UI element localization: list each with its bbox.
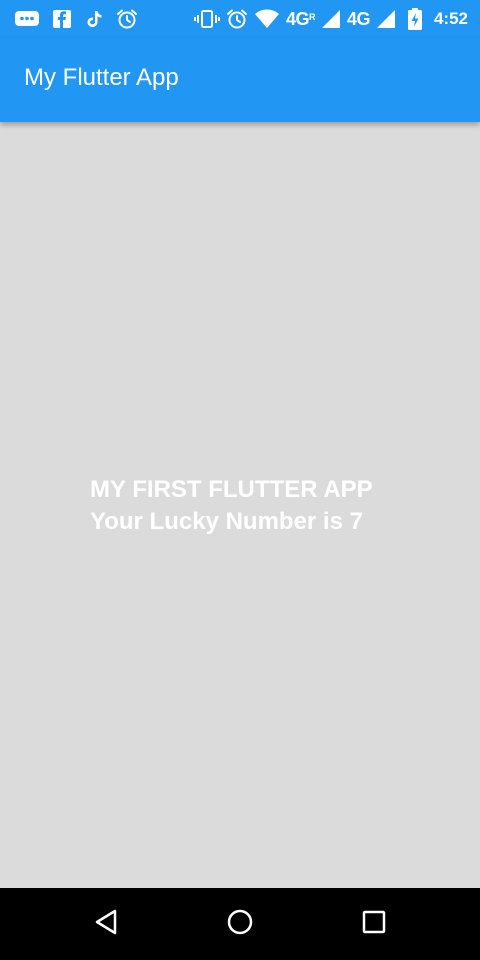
signal-icon	[321, 9, 341, 29]
home-icon	[226, 908, 254, 941]
system-navigation-bar	[0, 888, 480, 960]
vibrate-icon	[193, 9, 220, 29]
alarm-icon	[116, 8, 138, 30]
battery-icon	[407, 8, 422, 30]
facebook-icon	[52, 9, 72, 29]
home-button[interactable]	[222, 906, 258, 942]
network-type-label: 4G	[346, 9, 371, 29]
network-type-label: 4GR	[285, 9, 316, 29]
headline-text: MY FIRST FLUTTER APP	[90, 476, 373, 503]
main-content: MY FIRST FLUTTER APP Your Lucky Number i…	[0, 122, 480, 888]
recents-button[interactable]	[356, 906, 392, 942]
signal-icon	[376, 9, 396, 29]
wifi-icon	[254, 9, 280, 29]
alarm-icon	[226, 8, 248, 30]
status-bar: 4GR 4G 4:52	[0, 0, 480, 38]
messaging-icon	[14, 9, 40, 29]
app-title: My Flutter App	[24, 64, 179, 91]
status-clock: 4:52	[433, 9, 468, 28]
recents-icon	[360, 908, 388, 941]
back-button[interactable]	[89, 906, 125, 942]
tiktok-icon	[84, 9, 104, 29]
center-text-block: MY FIRST FLUTTER APP Your Lucky Number i…	[90, 474, 373, 538]
lucky-number-text: Your Lucky Number is 7	[90, 508, 363, 535]
app-bar: My Flutter App	[0, 38, 480, 122]
back-icon	[93, 908, 121, 941]
